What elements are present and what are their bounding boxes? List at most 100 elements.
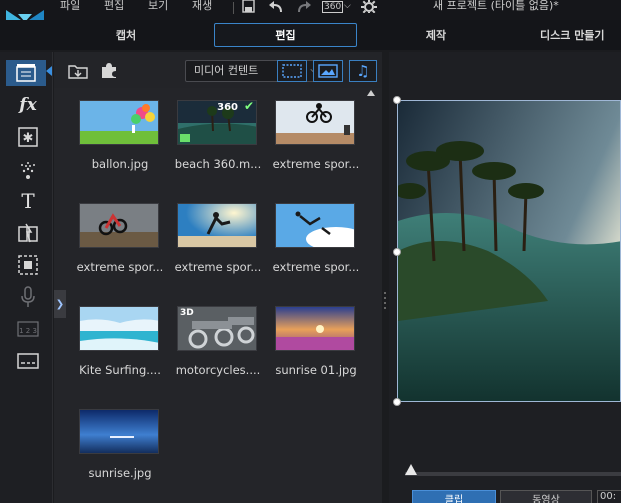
chevron-down-icon[interactable]: ⌵ [344, 0, 351, 12]
media-item-label: ballon.jpg [91, 157, 149, 171]
expand-panel-button[interactable]: ❯ [54, 290, 66, 318]
menu-bar: 파일 편집 보기 재생 360 ⌵ 새 프로젝트 (타이틀 없음)* [0, 0, 621, 20]
chapter-room-button[interactable]: 1 2 3 [14, 316, 42, 342]
grip-dot [384, 307, 386, 309]
media-room-button[interactable] [6, 60, 46, 86]
import-media-icon[interactable] [68, 62, 88, 79]
image-filter-button[interactable] [313, 60, 343, 82]
thumbnail-moto: 3D [177, 306, 257, 351]
media-item-label: extreme spor... [76, 260, 164, 274]
thumbnail-bike1 [275, 100, 355, 145]
menu-separator [233, 2, 234, 14]
media-item[interactable]: sunrise.jpg [79, 409, 161, 480]
menu-edit[interactable]: 편집 [104, 0, 124, 12]
video-filter-icon [282, 64, 302, 78]
media-item-label: sunrise.jpg [88, 466, 152, 480]
image-filter-icon [318, 64, 338, 78]
pip-room-button[interactable] [14, 252, 42, 278]
thumbnail-skate [177, 203, 257, 248]
film-strip-icon [180, 134, 190, 142]
resize-handle-mid-left[interactable] [393, 248, 401, 256]
media-item[interactable]: sunrise 01.jpg [275, 306, 357, 377]
tab-create-disc[interactable]: 디스크 만들기 [540, 23, 621, 47]
undo-icon[interactable] [268, 0, 286, 14]
resize-handle-bottom-left[interactable] [393, 398, 401, 406]
thumbnail-image [276, 101, 354, 144]
movie-mode-button[interactable]: 동영상 [500, 490, 592, 503]
media-content-dropdown-value: 미디어 컨텐트 [194, 64, 259, 77]
media-item[interactable]: extreme spor... [272, 203, 360, 274]
gear-icon[interactable] [361, 0, 377, 13]
media-item[interactable]: extreme spor... [76, 203, 164, 274]
thumbnail-sky [275, 203, 355, 248]
preview-video-frame[interactable] [397, 100, 621, 402]
svg-text:✱: ✱ [23, 131, 34, 146]
timecode-display: 00: [597, 490, 621, 503]
media-item[interactable]: extreme spor... [175, 203, 261, 274]
app-window: 파일 편집 보기 재생 360 ⌵ 새 프로젝트 (타이틀 없음)* 캡처 편집… [0, 0, 621, 503]
audio-filter-button[interactable]: ♫ [349, 60, 377, 82]
title-room-button[interactable]: T [14, 188, 42, 214]
badge-3d: 3D [180, 308, 194, 318]
thumbnail-image [80, 307, 158, 350]
thumbnail-kite [79, 306, 159, 351]
tab-create-disc-label: 디스크 만들기 [540, 29, 605, 42]
particle-room-button[interactable]: ✱ [14, 124, 42, 150]
media-item[interactable]: extreme spor... [272, 100, 360, 171]
view-360-button[interactable]: 360 [322, 1, 344, 13]
tab-capture[interactable]: 캡처 [96, 23, 156, 47]
clip-mode-button[interactable]: 클립 [412, 490, 496, 503]
subtitle-icon [17, 353, 39, 369]
media-item-label: extreme spor... [272, 157, 360, 171]
magic-spray-icon [21, 162, 35, 179]
media-item-label: motorcycles.... [175, 363, 261, 377]
tab-produce[interactable]: 제작 [406, 23, 466, 47]
thumbnail-image [80, 410, 158, 453]
library-scrollbar[interactable] [366, 88, 380, 503]
media-item-label: beach 360.m... [174, 157, 262, 171]
menu-file[interactable]: 파일 [60, 0, 80, 12]
menu-view[interactable]: 보기 [148, 0, 168, 12]
thumbnail-image [80, 204, 158, 247]
thumbnail-sunrise2 [79, 409, 159, 454]
subtitle-room-button[interactable] [14, 348, 42, 374]
magic-room-button[interactable] [14, 156, 42, 182]
thumbnail-image [276, 307, 354, 350]
media-item-label: extreme spor... [272, 260, 360, 274]
plugin-puzzle-icon[interactable] [100, 61, 118, 79]
fx-icon: fx [19, 95, 37, 115]
resize-handle-top-left[interactable] [393, 96, 401, 104]
transition-icon [18, 223, 38, 243]
menu-playback[interactable]: 재생 [192, 0, 212, 12]
video-filter-button[interactable] [277, 60, 307, 82]
tab-edit-label: 편집 [275, 29, 296, 42]
thumbnail-beach: 360 ✔ [177, 100, 257, 145]
particle-icon: ✱ [18, 127, 38, 147]
thumbnail-image [178, 204, 256, 247]
redo-icon[interactable] [294, 0, 312, 14]
pip-icon [18, 255, 38, 275]
media-item[interactable]: 360 ✔ beach 360.m... [174, 100, 262, 171]
fx-room-button[interactable]: fx [14, 92, 42, 118]
window-title: 새 프로젝트 (타이틀 없음)* [433, 0, 559, 12]
thumbnail-image [276, 204, 354, 247]
transition-room-button[interactable] [14, 220, 42, 246]
chapter-icon: 1 2 3 [17, 321, 39, 337]
scroll-up-arrow-icon[interactable] [367, 90, 375, 96]
media-item-label: Kite Surfing.... [79, 363, 161, 377]
save-icon[interactable] [242, 0, 256, 14]
preview-image [398, 101, 620, 401]
chevron-right-icon: ❯ [55, 298, 65, 310]
panel-splitter[interactable] [382, 52, 388, 503]
grip-dot [384, 302, 386, 304]
tab-produce-label: 제작 [425, 29, 447, 42]
tab-edit[interactable]: 편집 [214, 23, 357, 47]
media-item[interactable]: 3D motorcycles.... [175, 306, 261, 377]
voice-record-room-button[interactable] [14, 284, 42, 310]
thumbnail-image [80, 101, 158, 144]
grip-dot [384, 292, 386, 294]
media-item[interactable]: ballon.jpg [79, 100, 161, 171]
preview-timeline-track[interactable] [405, 472, 621, 476]
media-item[interactable]: Kite Surfing.... [79, 306, 161, 377]
playhead-scrubber[interactable] [405, 464, 417, 475]
